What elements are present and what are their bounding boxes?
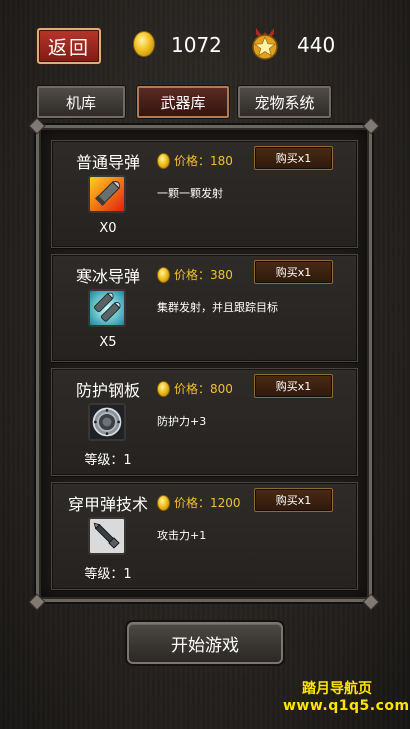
star-amount: 440: [297, 33, 336, 57]
steel-armor-icon: [88, 403, 126, 441]
item-description: 集群发射，并且跟踪目标: [157, 301, 278, 314]
item-card-armor-piercing-tech: 穿甲弹技术 等级：1 价格：1200 购买x1 攻击力+1: [51, 482, 358, 590]
tab-hangar[interactable]: 机库: [37, 86, 125, 118]
start-game-button[interactable]: 开始游戏: [127, 622, 283, 664]
item-card-steel-armor: 防护钢板 等级：1 价格：800 购买x1 防护力+3: [51, 368, 358, 476]
price-coin-icon: [157, 267, 170, 283]
buy-button[interactable]: 购买x1: [254, 488, 333, 512]
gold-amount: 1072: [171, 33, 222, 57]
ice-missile-icon: [88, 289, 126, 327]
item-name: 穿甲弹技术: [67, 495, 148, 514]
item-description: 一颗一颗发射: [157, 187, 223, 200]
watermark-url: www.q1q5.com: [283, 698, 410, 714]
item-price: 价格：1200: [174, 496, 241, 510]
item-price: 价格：380: [174, 268, 233, 282]
item-price: 价格：180: [174, 154, 233, 168]
buy-button[interactable]: 购买x1: [254, 260, 333, 284]
back-button[interactable]: 返回: [37, 28, 101, 64]
gold-coin-icon: [133, 31, 155, 57]
tab-armory[interactable]: 武器库: [137, 86, 229, 118]
buy-button[interactable]: 购买x1: [254, 146, 333, 170]
item-name: 普通导弹: [75, 153, 140, 172]
tab-pet-system[interactable]: 宠物系统: [238, 86, 331, 118]
item-description: 攻击力+1: [157, 529, 207, 542]
price-coin-icon: [157, 381, 170, 397]
buy-button[interactable]: 购买x1: [254, 374, 333, 398]
price-coin-icon: [157, 495, 170, 511]
item-count: X5: [99, 335, 117, 350]
price-coin-icon: [157, 153, 170, 169]
item-level: 等级：1: [84, 567, 132, 582]
item-card-ice-missile: 寒冰导弹 X5 价格：380 购买x1 集群发射，并且跟踪目标: [51, 254, 358, 362]
armor-piercing-shell-icon: [88, 517, 126, 555]
missile-icon: [88, 175, 126, 213]
star-medal-icon: [252, 28, 278, 60]
item-count: X0: [99, 221, 117, 236]
item-price: 价格：800: [174, 382, 233, 396]
item-name: 防护钢板: [75, 381, 140, 400]
item-card-standard-missile: 普通导弹 X0 价格：180 购买x1 一颗一颗发射: [51, 140, 358, 248]
watermark-title: 踏月导航页: [302, 681, 372, 697]
item-level: 等级：1: [84, 453, 132, 468]
item-name: 寒冰导弹: [75, 267, 140, 286]
item-description: 防护力+3: [157, 415, 207, 428]
